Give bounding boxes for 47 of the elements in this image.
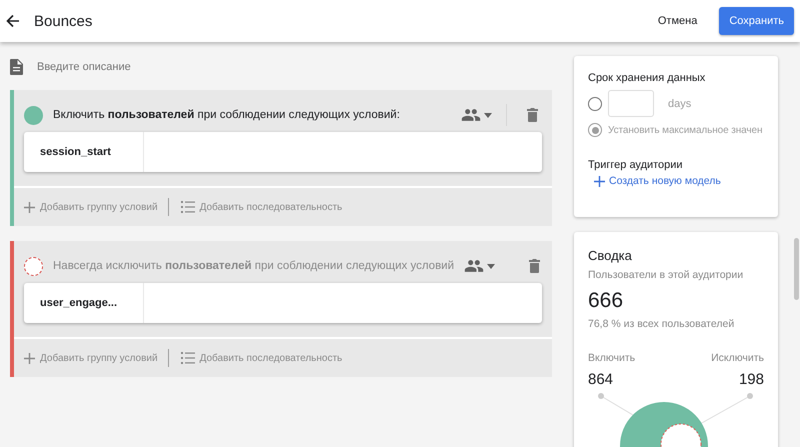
summary-title: Сводка [588,248,633,263]
include-label: Включить [588,352,636,364]
caret-icon [484,112,492,118]
delete-button[interactable] [527,108,538,122]
exclude-label: Исключить [711,352,764,364]
retention-title: Срок хранения данных [588,72,706,84]
numbered-list-icon [180,201,195,213]
radio-button[interactable] [588,123,602,137]
condition-card[interactable]: user_engage... [24,283,542,323]
condition-card[interactable]: session_start [24,132,542,172]
scope-dropdown[interactable] [464,259,496,273]
add-group-button[interactable]: Добавить группу условий [24,202,168,212]
summary-subtitle: Пользователи в этой аудитории [588,269,744,281]
add-group-button[interactable]: Добавить группу условий [24,352,168,364]
group-title: Навсегда исключить пользователей при соблюдении следующих условий [53,260,454,272]
event-name: user_engage... [24,283,144,323]
add-sequence-button[interactable]: Добавить последовательность [180,201,352,213]
plus-icon [24,352,35,364]
share-text: 76,8 % из всех пользователей [588,318,736,330]
description-field[interactable]: Введите описание [35,60,335,74]
scope-dropdown[interactable] [461,108,492,122]
create-model-link[interactable]: Создать новую модель [594,175,778,187]
group-title: Включить пользователей при соблюдении следующих условий: [53,109,401,121]
delete-button[interactable] [529,259,540,273]
days-label: days [668,98,692,110]
people-icon [461,108,481,122]
scrollbar[interactable] [794,238,799,300]
include-count: 864 [588,371,614,388]
back-arrow-icon [6,14,20,28]
numbered-list-icon [180,352,195,364]
save-button[interactable]: Сохранить [719,7,794,35]
add-sequence-button[interactable]: Добавить последовательность [180,352,352,364]
option-label: Установить максимальное значен [608,124,762,136]
exclude-count: 198 [738,371,764,388]
user-count: 666 [588,289,624,313]
people-icon [464,259,484,273]
caret-icon [487,264,496,268]
radio-button[interactable] [588,96,602,110]
document-icon [10,59,23,75]
days-field[interactable] [608,90,654,117]
event-name: session_start [24,132,144,172]
plus-icon [594,176,605,186]
plus-icon [24,202,35,212]
page-title: Bounces [34,12,94,30]
cancel-button[interactable]: Отмена [644,7,712,35]
trigger-title: Триггер аудитории [588,159,684,171]
back-button[interactable] [6,14,20,28]
